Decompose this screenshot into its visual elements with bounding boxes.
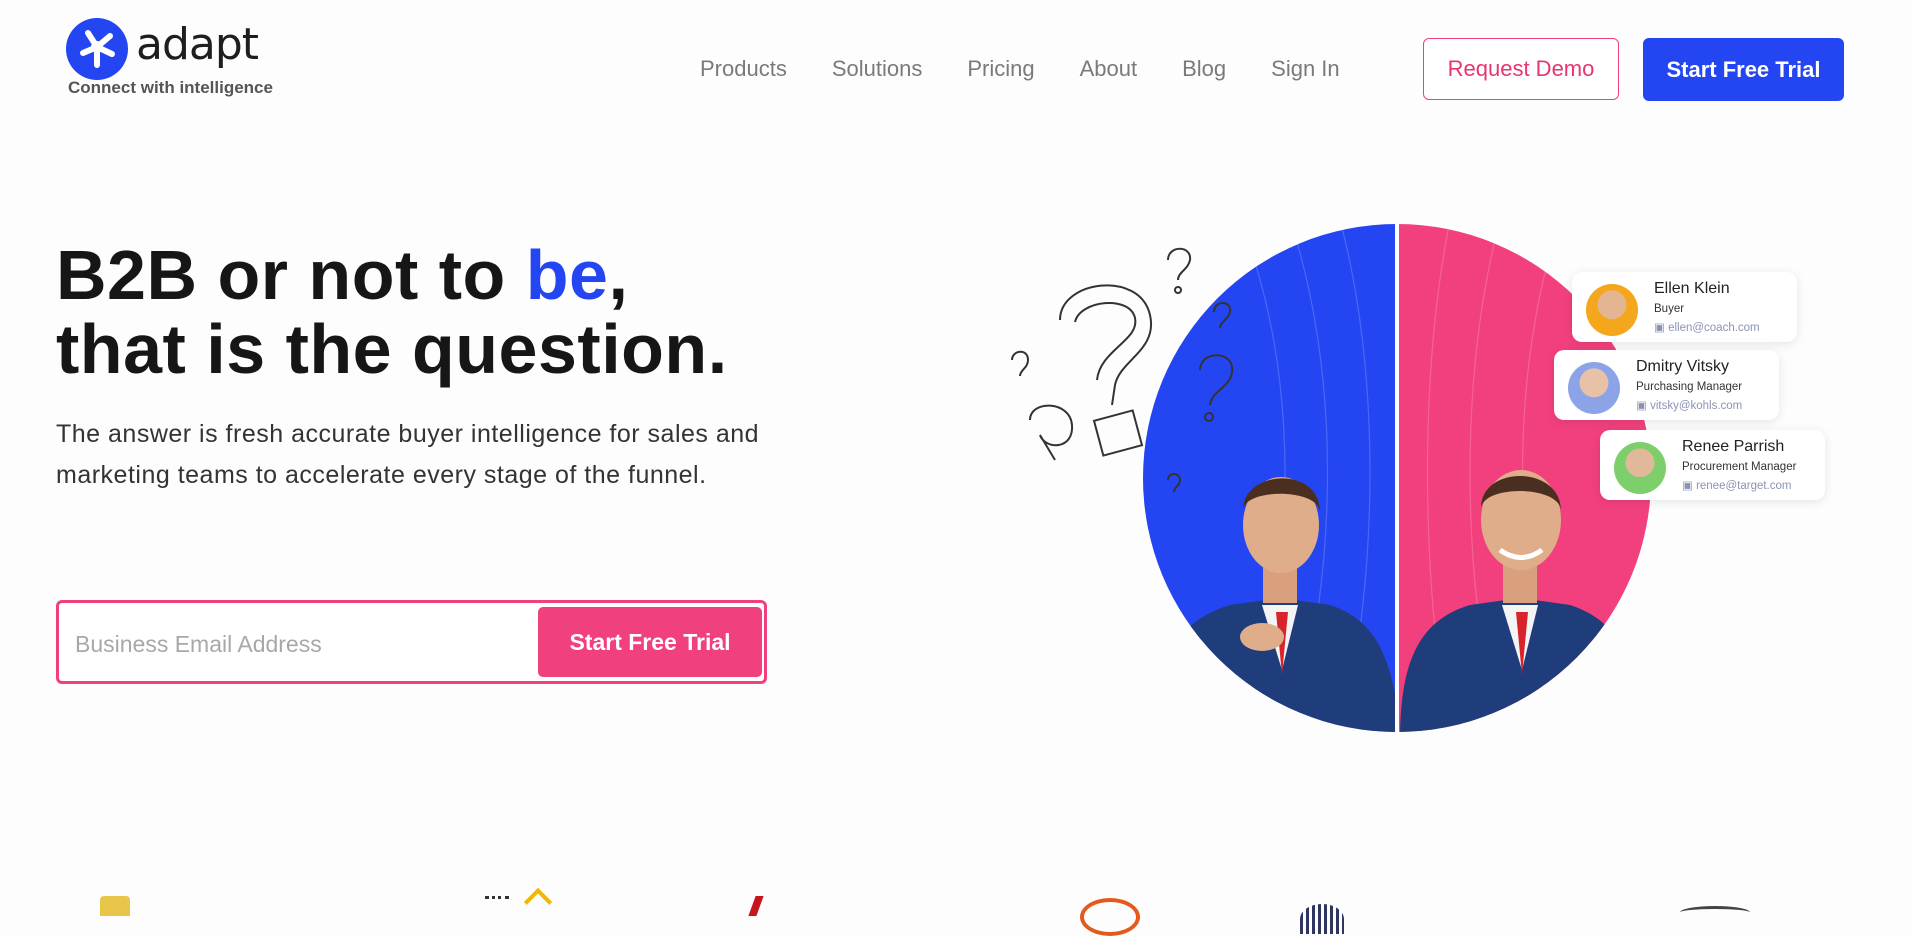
contact-email: ▣ renee@target.com [1682, 480, 1792, 492]
business-email-input[interactable] [73, 621, 577, 667]
headline-accent: be [525, 236, 609, 314]
brand-name: adapt [136, 19, 259, 70]
main-nav: Products Solutions Pricing About Blog Si… [700, 38, 1385, 100]
contact-role: Procurement Manager [1682, 461, 1797, 473]
hero-illustration: Ellen Klein Buyer ▣ ellen@coach.com Dmit… [1000, 220, 1830, 740]
signup-form: Start Free Trial [56, 600, 767, 684]
contact-card[interactable]: Ellen Klein Buyer ▣ ellen@coach.com [1572, 272, 1797, 342]
contact-email: ▣ vitsky@kohls.com [1636, 400, 1743, 412]
avatar [1568, 362, 1620, 414]
customer-logo [100, 896, 130, 916]
hero-subtext: The answer is fresh accurate buyer intel… [56, 420, 760, 489]
start-free-trial-button[interactable]: Start Free Trial [1643, 38, 1844, 101]
customer-logo [523, 887, 553, 917]
nav-sign-in[interactable]: Sign In [1271, 56, 1340, 82]
contact-role: Purchasing Manager [1636, 381, 1743, 393]
brand-tagline: Connect with intelligence [68, 78, 273, 97]
contact-name: Dmitry Vitsky [1636, 358, 1730, 375]
hero-headline: B2B or not to be, that is the question. [56, 238, 728, 386]
contact-role: Buyer [1654, 303, 1685, 315]
contact-name: Renee Parrish [1682, 438, 1785, 455]
form-start-free-trial-button[interactable]: Start Free Trial [538, 607, 762, 677]
contact-card[interactable]: Dmitry Vitsky Purchasing Manager ▣ vitsk… [1554, 350, 1779, 420]
nav-about[interactable]: About [1080, 56, 1138, 82]
customer-logo [748, 896, 764, 916]
headline-line2: that is the question. [56, 310, 728, 388]
adapt-logo-icon [66, 18, 128, 80]
customer-logo [1300, 904, 1344, 934]
contact-email: ▣ ellen@coach.com [1654, 322, 1760, 334]
nav-blog[interactable]: Blog [1182, 56, 1226, 82]
nav-solutions[interactable]: Solutions [832, 56, 923, 82]
nav-pricing[interactable]: Pricing [967, 56, 1034, 82]
contact-name: Ellen Klein [1654, 280, 1730, 297]
headline-part1: B2B or not to [56, 236, 526, 314]
headline-part2: , [608, 236, 629, 314]
customer-logo [1080, 898, 1140, 936]
avatar [1614, 442, 1666, 494]
contact-card[interactable]: Renee Parrish Procurement Manager ▣ rene… [1600, 430, 1825, 500]
nav-products[interactable]: Products [700, 56, 787, 82]
avatar [1586, 284, 1638, 336]
request-demo-button[interactable]: Request Demo [1423, 38, 1619, 100]
customer-logo [485, 896, 509, 919]
brand-logo[interactable]: adapt Connect with intelligence [66, 16, 296, 100]
